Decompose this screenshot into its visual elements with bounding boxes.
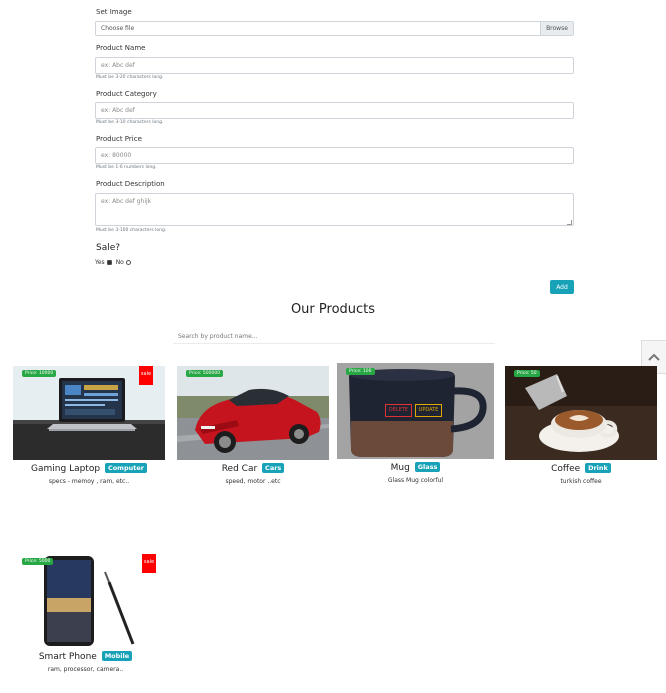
product-description-help: Must be 3-100 characters long. (96, 228, 167, 233)
coffee-photo (505, 366, 657, 460)
category-badge: Drink (585, 463, 611, 473)
sale-no-radio[interactable] (125, 260, 131, 265)
sale-question: Sale? (96, 243, 121, 253)
category-badge: Mobile (101, 651, 133, 661)
product-title-row: Mug Glass (337, 462, 494, 473)
product-card-mug[interactable]: Price: 100 DELETE UPDATE Mug Glass Glass… (337, 363, 494, 484)
product-title-row: Coffee Drink (505, 463, 657, 474)
sale-tag: sale (139, 366, 153, 385)
product-image-coffee: Price: 50 (505, 366, 657, 460)
price-badge: Price: 50 (514, 370, 540, 377)
phone-photo (44, 556, 135, 646)
product-description: turkish coffee (560, 478, 602, 485)
product-card-smart-phone[interactable]: Price: 5000 sale Smart Phone Mobile ram,… (13, 554, 158, 673)
product-name-help: Must be 3-20 characters long. (96, 75, 164, 80)
price-badge: Price: 500000 (186, 370, 224, 377)
product-description: specs - memoy , ram, etc.. (48, 478, 130, 485)
product-price-input[interactable] (95, 147, 574, 164)
product-description-textarea[interactable] (95, 193, 574, 226)
image-label: Set Image (96, 8, 132, 16)
product-title-row: Smart Phone Mobile (13, 651, 158, 662)
product-price-help: Must be 1-6 numbers long. (96, 165, 157, 170)
product-card-red-car[interactable]: Price: 500000 Red Car Cars speed, motor … (177, 366, 329, 485)
sale-yes-label: Yes (95, 259, 105, 266)
category-badge: Cars (262, 463, 285, 473)
product-description: speed, motor ..etc (225, 478, 281, 485)
sale-radio-group: Yes No (95, 259, 131, 266)
product-name-input[interactable] (95, 57, 574, 74)
car-photo (177, 366, 329, 460)
product-image-mug: Price: 100 DELETE UPDATE (337, 363, 494, 459)
file-placeholder: Choose file (101, 25, 135, 32)
product-name: Smart Phone (38, 652, 97, 662)
resize-grip-icon[interactable] (567, 220, 572, 225)
price-badge: Price: 10000 (22, 370, 57, 377)
category-badge: Computer (104, 463, 147, 473)
product-name-label: Product Name (96, 44, 146, 52)
update-button[interactable]: UPDATE (415, 404, 442, 417)
price-badge: Price: 100 (346, 368, 375, 375)
product-image-laptop: Price: 10000 sale (13, 366, 165, 460)
product-title-row: Gaming Laptop Computer (13, 463, 165, 474)
product-price-label: Product Price (96, 135, 142, 143)
category-badge: Glass (414, 462, 441, 472)
product-card-coffee[interactable]: Price: 50 Coffee Drink turkish coffee (505, 366, 657, 485)
image-file-input[interactable]: Choose file Browse (95, 21, 574, 36)
product-card-gaming-laptop[interactable]: Price: 10000 sale Gaming Laptop Computer… (13, 366, 165, 485)
product-name: Coffee (551, 464, 581, 474)
browse-button[interactable]: Browse (540, 22, 573, 35)
product-name: Mug (390, 463, 410, 473)
product-category-label: Product Category (96, 90, 157, 98)
sale-tag: sale (142, 554, 156, 573)
product-image-car: Price: 500000 (177, 366, 329, 460)
product-title-row: Red Car Cars (177, 463, 329, 474)
add-button[interactable]: Add (550, 280, 574, 294)
product-name: Red Car (221, 464, 258, 474)
price-badge: Price: 5000 (22, 558, 54, 565)
product-description: Glass Mug colorful (387, 477, 444, 484)
product-image-phone: Price: 5000 sale (13, 554, 158, 648)
delete-button[interactable]: DELETE (385, 404, 412, 417)
product-name: Gaming Laptop (31, 464, 101, 474)
chevron-up-icon (648, 353, 660, 361)
product-description-label: Product Description (96, 180, 165, 188)
product-description: ram, processor, camera.. (47, 666, 124, 673)
product-category-help: Must be 3-10 characters long. (96, 120, 164, 125)
sale-yes-radio[interactable] (106, 260, 112, 265)
sale-no-label: No (115, 259, 124, 266)
products-section-title: Our Products (290, 302, 376, 317)
product-category-input[interactable] (95, 102, 574, 119)
product-search-input[interactable] (173, 329, 495, 344)
